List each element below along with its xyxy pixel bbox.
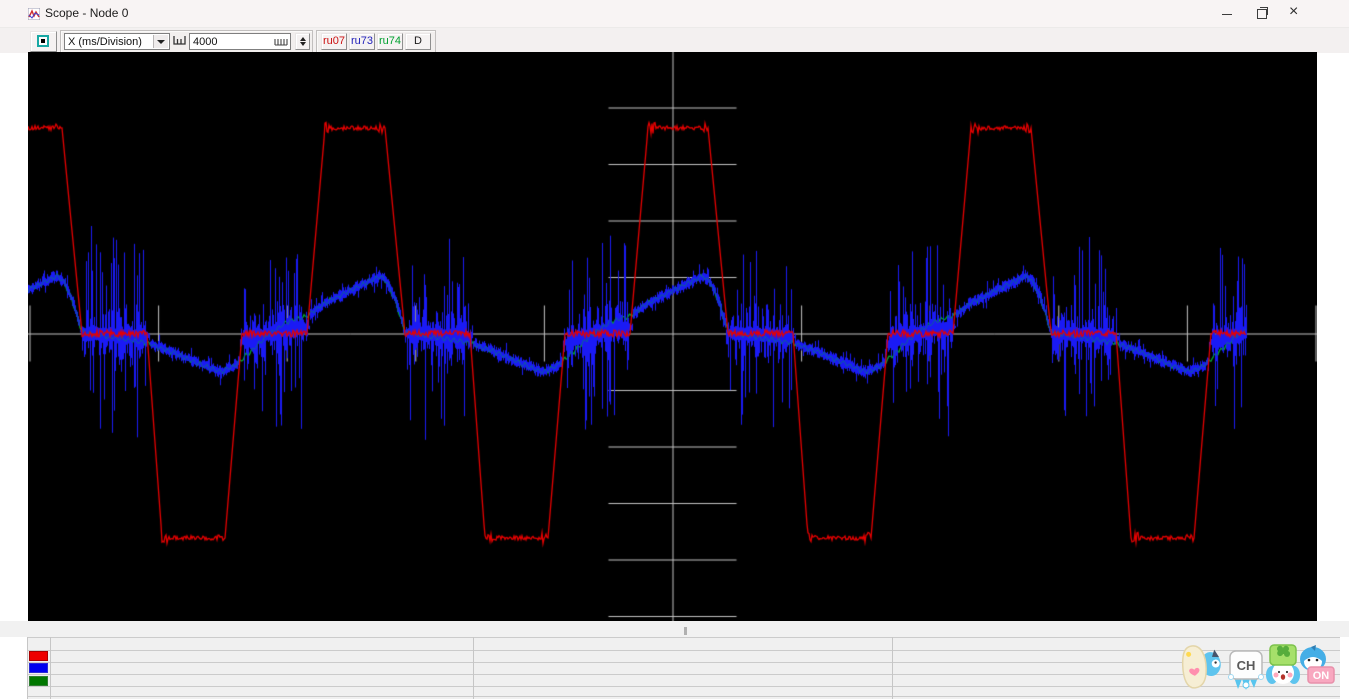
channel-label: ru07	[323, 35, 345, 47]
table-line	[27, 696, 1340, 697]
window-title: Scope - Node 0	[45, 6, 128, 20]
stop-icon	[37, 35, 49, 47]
table-divider	[892, 637, 893, 699]
table-line	[27, 686, 1340, 687]
channel-label: D	[414, 35, 422, 47]
app-icon	[28, 8, 40, 20]
sticker-on-sign[interactable]: ON	[1296, 645, 1338, 689]
table-line	[27, 662, 1340, 663]
scope-window: Scope - Node 0 × X (ms/Division)	[0, 0, 1349, 699]
titlebar: Scope - Node 0 ×	[0, 0, 1349, 28]
table-line	[27, 637, 1340, 638]
ruler-icon	[173, 35, 186, 46]
minimize-icon	[1222, 14, 1232, 15]
spinner-up-icon	[300, 37, 306, 41]
table-divider	[50, 637, 51, 699]
channel-button-d[interactable]: D	[405, 33, 431, 50]
ruler-small-icon	[274, 37, 288, 46]
division-input[interactable]	[191, 35, 271, 48]
scrollbar-thumb[interactable]	[684, 627, 687, 635]
channel-label: ru73	[351, 35, 373, 47]
spinner-down-icon	[300, 42, 306, 46]
channel-button-ru74[interactable]: ru74	[377, 33, 403, 50]
channel-swatch-blue[interactable]	[29, 663, 48, 673]
channel-swatch-green[interactable]	[29, 676, 48, 686]
sticker-ch-label: CH	[1237, 658, 1256, 673]
x-axis-select[interactable]: X (ms/Division)	[64, 33, 170, 50]
table-divider	[473, 637, 474, 699]
sticker-ch-sign[interactable]: CH	[1226, 647, 1266, 691]
plot-h-scrollbar[interactable]	[0, 621, 1349, 637]
sticker-heart-sign[interactable]	[1180, 643, 1224, 690]
channel-label: ru74	[379, 35, 401, 47]
channel-buttons-group: ru07 ru73 ru74 D	[316, 30, 436, 53]
restore-button[interactable]	[1247, 0, 1277, 27]
scope-canvas[interactable]	[28, 52, 1317, 621]
division-spinner[interactable]	[295, 33, 310, 50]
division-input-wrap	[189, 33, 291, 50]
toolbar: X (ms/Division) ru07 ru73 ru74 D	[0, 28, 1349, 53]
table-line	[27, 650, 1340, 651]
chevron-down-icon[interactable]	[153, 35, 168, 48]
axis-settings-group: X (ms/Division)	[60, 30, 313, 53]
channel-button-ru73[interactable]: ru73	[349, 33, 375, 50]
legend-table	[27, 637, 1340, 699]
close-icon: ×	[1289, 3, 1298, 21]
table-divider	[27, 637, 28, 699]
sticker-on-label: ON	[1313, 670, 1330, 682]
stop-button[interactable]	[30, 31, 57, 52]
channel-swatch-red[interactable]	[29, 651, 48, 661]
table-line	[27, 674, 1340, 675]
x-axis-select-value: X (ms/Division)	[68, 36, 142, 48]
restore-icon	[1257, 9, 1267, 19]
channel-button-ru07[interactable]: ru07	[321, 33, 347, 50]
close-button[interactable]: ×	[1281, 0, 1311, 27]
minimize-button[interactable]	[1212, 0, 1242, 27]
